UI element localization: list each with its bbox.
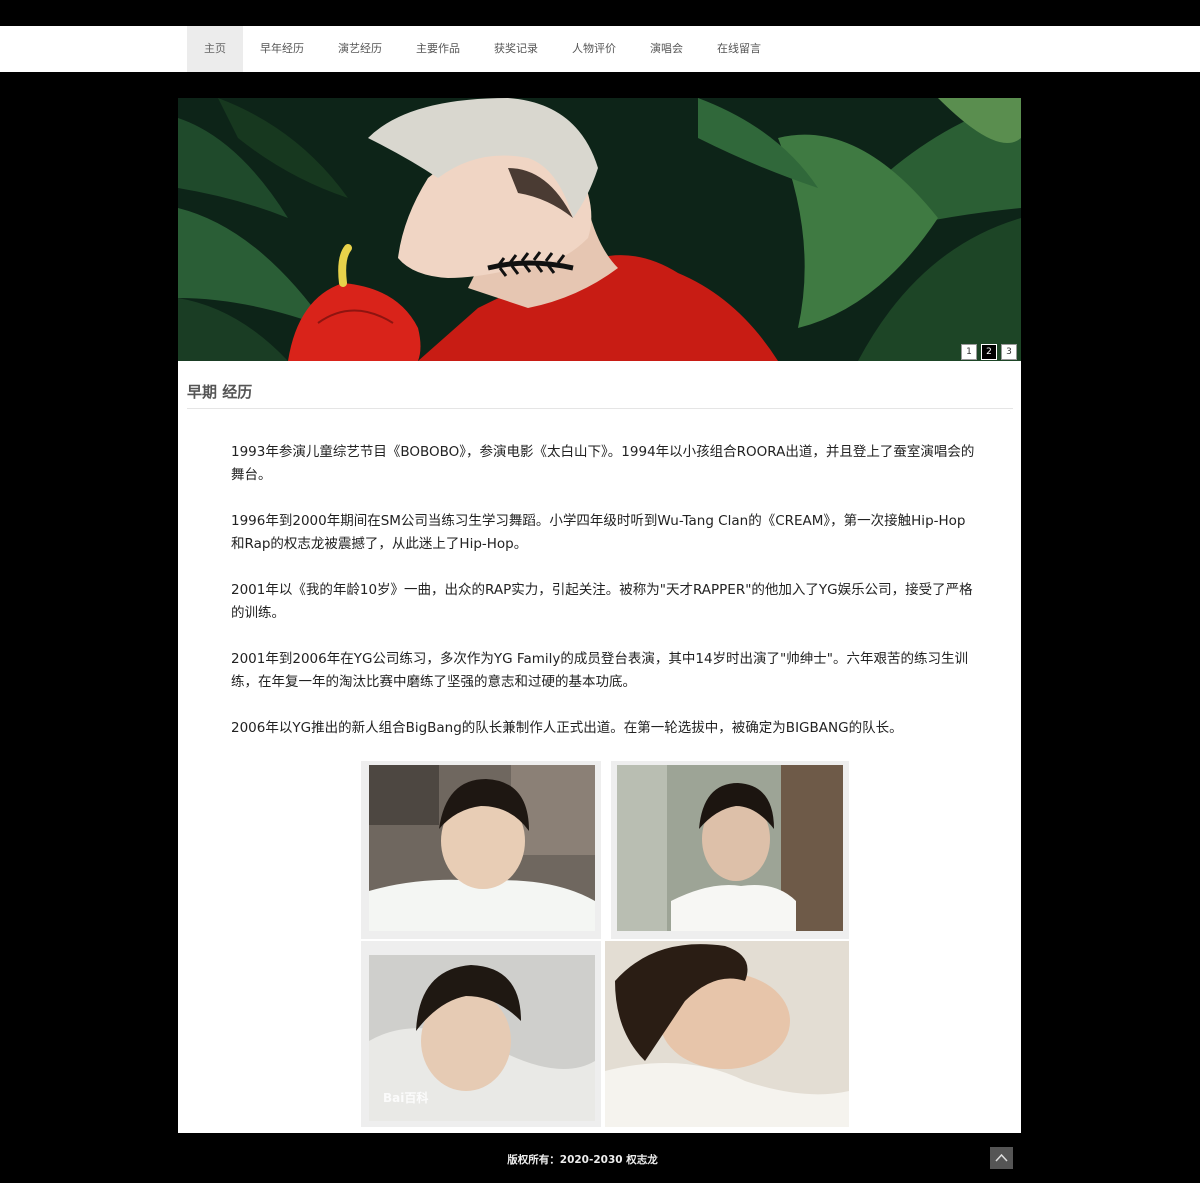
nav-menu: 主页 早年经历 演艺经历 主要作品 获奖记录 人物评价 演唱会 在线留言: [187, 26, 778, 72]
slide-dot-3[interactable]: 3: [1001, 344, 1017, 360]
paragraph-4: 2001年到2006年在YG公司练习，多次作为YG Family的成员登台表演，…: [231, 651, 968, 690]
section-title: 早期 经历: [187, 381, 1013, 409]
main-content: 早期 经历 1993年参演儿童综艺节目《BOBOBO》，参演电影《太白山下》。1…: [178, 361, 1021, 1133]
back-to-top-button[interactable]: [990, 1147, 1013, 1169]
photo-top-right: [611, 761, 849, 939]
slide-dot-1[interactable]: 1: [961, 344, 977, 360]
chevron-up-icon: [995, 1153, 1008, 1162]
slide-indicators: 1 2 3: [961, 344, 1017, 360]
banner-slideshow[interactable]: 1 2 3: [178, 98, 1021, 361]
watermark-text: Bai百科: [383, 1091, 429, 1105]
top-nav: 主页 早年经历 演艺经历 主要作品 获奖记录 人物评价 演唱会 在线留言: [0, 26, 1200, 72]
photo-collage: Bai百科: [361, 761, 849, 1127]
nav-item-awards[interactable]: 获奖记录: [477, 26, 555, 72]
paragraph-2: 1996年到2000年期间在SM公司当练习生学习舞蹈。小学四年级时听到Wu-Ta…: [231, 513, 966, 552]
photo-bottom-right: [605, 941, 849, 1127]
nav-item-career[interactable]: 演艺经历: [321, 26, 399, 72]
photo-top-left: [361, 761, 601, 939]
nav-item-reviews[interactable]: 人物评价: [555, 26, 633, 72]
nav-item-works[interactable]: 主要作品: [399, 26, 477, 72]
nav-item-concerts[interactable]: 演唱会: [633, 26, 700, 72]
nav-item-guestbook[interactable]: 在线留言: [700, 26, 778, 72]
nav-item-early-life[interactable]: 早年经历: [243, 26, 321, 72]
nav-item-home[interactable]: 主页: [187, 26, 243, 72]
photo-bottom-left: Bai百科: [361, 941, 601, 1127]
paragraph-3: 2001年以《我的年龄10岁》一曲，出众的RAP实力，引起关注。被称为"天才RA…: [231, 582, 973, 621]
banner-image: [178, 98, 1021, 361]
paragraph-1: 1993年参演儿童综艺节目《BOBOBO》，参演电影《太白山下》。1994年以小…: [231, 444, 975, 483]
paragraph-5: 2006年以YG推出的新人组合BigBang的队长兼制作人正式出道。在第一轮选拔…: [231, 720, 903, 736]
slide-dot-2[interactable]: 2: [981, 344, 997, 360]
